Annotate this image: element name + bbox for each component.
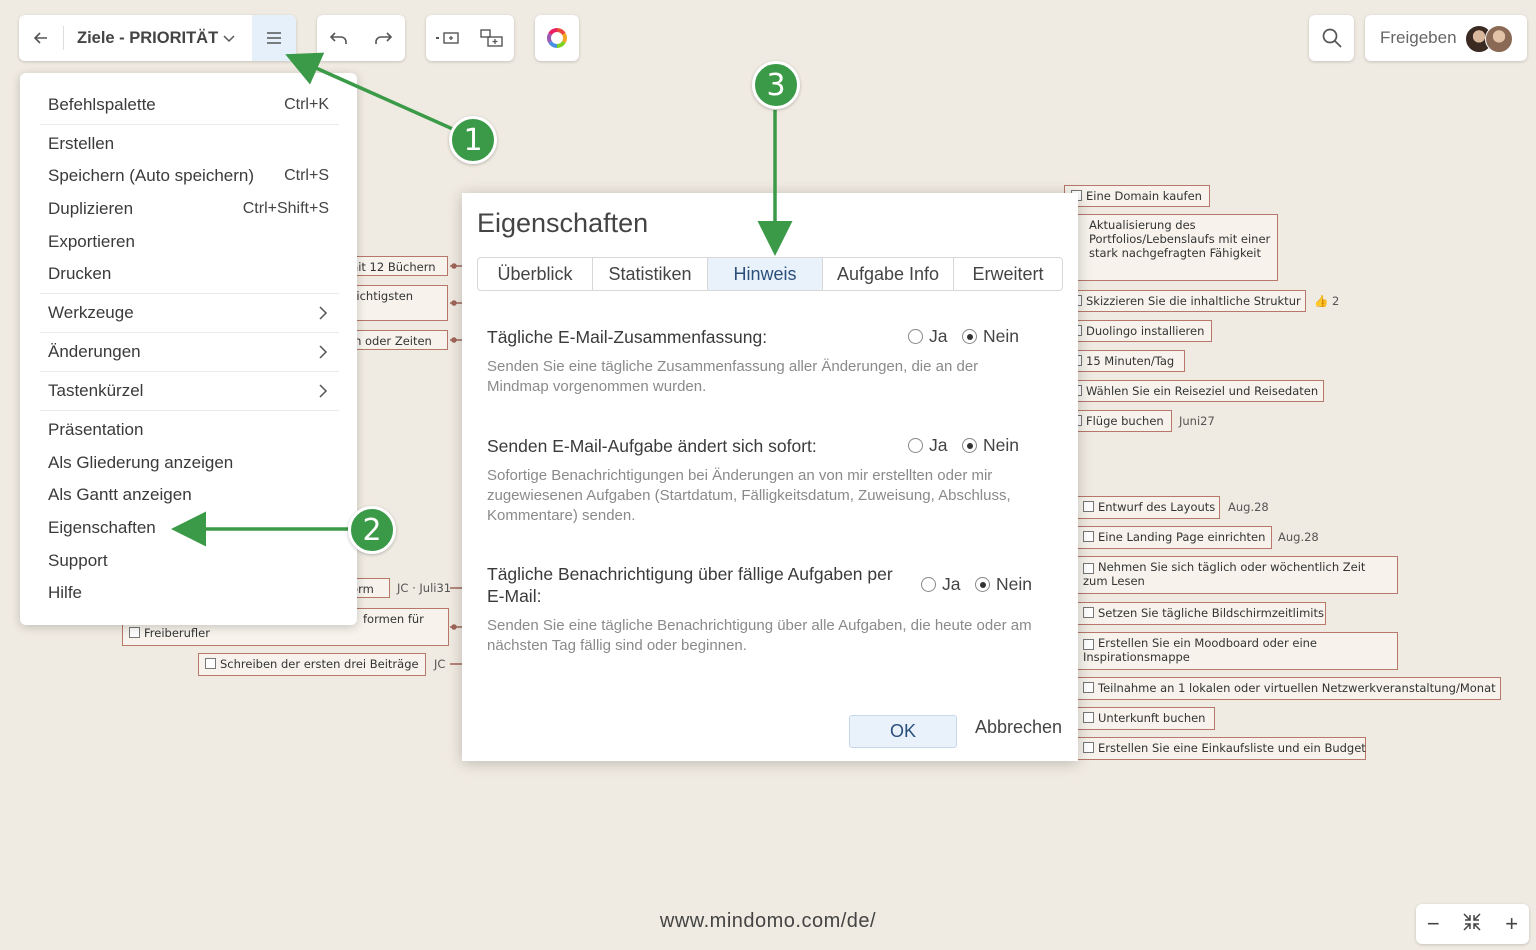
annotation-badge-2: 2 [348,506,396,554]
annotation-badge-1: 1 [449,116,497,164]
fit-to-screen-button[interactable] [1461,911,1483,938]
arrow-1 [285,52,456,132]
annotation-arrows [171,52,793,547]
zoom-out-button[interactable]: − [1427,911,1440,937]
zoom-in-button[interactable]: + [1505,911,1518,937]
annotation-badge-3: 3 [752,61,800,109]
zoom-toolbar: − + [1416,904,1529,944]
footer-url: www.mindomo.com/de/ [659,910,877,932]
collapse-icon [1463,912,1482,931]
